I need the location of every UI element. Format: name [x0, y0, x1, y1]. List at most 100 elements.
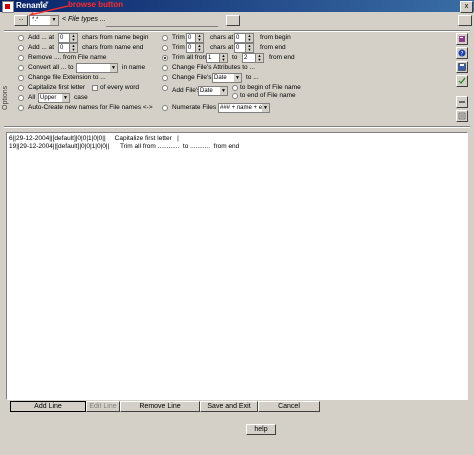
radio-trim-end[interactable]	[162, 45, 168, 51]
checklist-icon[interactable]	[456, 75, 468, 87]
toolbar-button-1[interactable]	[226, 15, 240, 26]
spin-arrows-icon[interactable]: ▲ ▼	[69, 34, 77, 42]
spin-arrows-icon[interactable]: ▲ ▼	[255, 54, 263, 62]
separator	[4, 30, 470, 32]
rules-list[interactable]: 6||29-12-2004||[default]|0|0|1|0|0|| Cap…	[6, 132, 468, 400]
question-icon[interactable]: ?	[456, 47, 468, 59]
option-label: case	[74, 94, 88, 101]
combo-value: Date	[214, 75, 227, 81]
options-label: Options	[2, 85, 9, 110]
spin-add-begin[interactable]: 0 ▲ ▼	[58, 33, 78, 43]
spin-value: 0	[236, 35, 240, 41]
option-label: chars at	[210, 34, 234, 41]
separator	[4, 126, 470, 128]
radio-change-ext[interactable]	[18, 75, 24, 81]
radio-numerate[interactable]	[162, 105, 168, 111]
checkbox-label: of every word	[100, 84, 140, 91]
chevron-down-icon[interactable]: ▼	[234, 74, 241, 82]
spin-trim-begin-pos[interactable]: 0 ▲ ▼	[234, 33, 254, 43]
radio-remove[interactable]	[18, 55, 24, 61]
option-label: chars from name begin	[82, 34, 149, 41]
radio-trim-begin[interactable]	[162, 35, 168, 41]
checkbox-every-word[interactable]	[92, 85, 98, 91]
save-exit-button[interactable]: Save and Exit	[200, 401, 258, 412]
properties-icon[interactable]	[456, 110, 468, 122]
spin-trim-all-to[interactable]: 2 ▲ ▼	[242, 53, 264, 63]
spin-arrows-icon[interactable]: ▲ ▼	[195, 34, 203, 42]
disk-icon[interactable]	[456, 61, 468, 73]
file-types-combo[interactable]: *.* ▼	[29, 15, 59, 26]
path-field[interactable]	[106, 15, 218, 27]
spin-trim-end-pos[interactable]: 0 ▲ ▼	[234, 43, 254, 53]
spin-trim-all-from[interactable]: 1 ▲ ▼	[206, 53, 228, 63]
option-label: All	[28, 94, 36, 101]
chevron-down-icon[interactable]: ▼	[50, 16, 58, 25]
radio-add-file-date[interactable]	[162, 85, 168, 91]
option-label: Change File's Attributes to ...	[172, 64, 255, 71]
close-button[interactable]: x	[460, 1, 473, 13]
radio-add-end[interactable]	[18, 45, 24, 51]
option-label: Remove .... from File name	[28, 54, 107, 61]
radio-date-begin[interactable]	[232, 85, 238, 91]
add-date-combo[interactable]: Date ▼	[198, 86, 228, 96]
spin-arrows-icon[interactable]: ▲ ▼	[69, 44, 77, 52]
add-line-button[interactable]: Add Line	[10, 401, 86, 412]
remove-line-button[interactable]: Remove Line	[120, 401, 200, 412]
radio-case[interactable]	[18, 95, 24, 101]
numerate-combo[interactable]: ### + name + ext. ▼	[218, 103, 270, 113]
cancel-button[interactable]: Cancel	[258, 401, 320, 412]
toolbar-button-2[interactable]	[458, 15, 472, 26]
spin-value: 0	[188, 35, 192, 41]
spin-value: 1	[208, 55, 212, 61]
list-item[interactable]: 19||29-12-2004||[default]|0|0|1|0|0|| Tr…	[9, 143, 239, 150]
radio-auto-create[interactable]	[18, 105, 24, 111]
option-label: from begin	[260, 34, 291, 41]
radio-attributes[interactable]	[162, 65, 168, 71]
browse-button[interactable]: ...	[14, 15, 28, 26]
svg-text:?: ?	[460, 51, 463, 58]
option-label: Trim	[172, 34, 185, 41]
list-item[interactable]: 6||29-12-2004||[default]|0|0|1|0|0|| Cap…	[9, 135, 179, 142]
option-label: to begin of File name	[240, 84, 301, 91]
radio-add-begin[interactable]	[18, 35, 24, 41]
radio-trim-all[interactable]	[162, 55, 168, 61]
chevron-down-icon[interactable]: ▼	[110, 64, 117, 72]
option-label: to end of File name	[240, 92, 296, 99]
chevron-down-icon[interactable]: ▼	[220, 87, 227, 95]
spin-arrows-icon[interactable]: ▲ ▼	[245, 44, 253, 52]
option-label: Add ... at	[28, 34, 55, 41]
spin-value: 0	[60, 45, 64, 51]
spin-arrows-icon[interactable]: ▲ ▼	[195, 44, 203, 52]
option-label: chars from name end	[82, 44, 144, 51]
spin-trim-begin-count[interactable]: 0 ▲ ▼	[186, 33, 204, 43]
option-label: Add File's	[172, 87, 201, 94]
minus-icon[interactable]	[456, 96, 468, 108]
book-icon[interactable]	[456, 33, 468, 45]
right-options: Trim 0 ▲ ▼ chars at 0 ▲ ▼ from begin Trim 0 ▲…	[162, 33, 452, 118]
spin-add-end[interactable]: 0 ▲ ▼	[58, 43, 78, 53]
convert-combo[interactable]: ▼	[76, 63, 118, 73]
spin-trim-end-count[interactable]: 0 ▲ ▼	[186, 43, 204, 53]
option-label: to ...	[246, 74, 259, 81]
radio-change-date[interactable]	[162, 75, 168, 81]
file-types-value: *.*	[32, 17, 39, 23]
option-label: Auto-Create new names for File names <->	[28, 104, 153, 111]
option-label: Add ... at	[28, 44, 55, 51]
file-types-label: < File types ...	[62, 16, 106, 23]
help-button[interactable]: help	[246, 424, 276, 435]
option-label: from end	[269, 54, 295, 61]
radio-date-end[interactable]	[232, 93, 238, 99]
radio-convert[interactable]	[18, 65, 24, 71]
option-label: in name	[122, 64, 146, 71]
option-label: Trim all from	[172, 54, 208, 61]
chevron-down-icon[interactable]: ▼	[262, 104, 269, 112]
spin-arrows-icon[interactable]: ▲ ▼	[219, 54, 227, 62]
case-combo[interactable]: Upper ▼	[38, 93, 70, 103]
spin-arrows-icon[interactable]: ▲ ▼	[245, 34, 253, 42]
chevron-down-icon[interactable]: ▼	[62, 94, 69, 102]
change-date-combo[interactable]: Date ▼	[212, 73, 242, 83]
radio-capitalize[interactable]	[18, 85, 24, 91]
edit-line-button[interactable]: Edit Line	[86, 401, 120, 412]
option-label: Trim	[172, 44, 185, 51]
combo-value: Upper	[40, 95, 57, 101]
